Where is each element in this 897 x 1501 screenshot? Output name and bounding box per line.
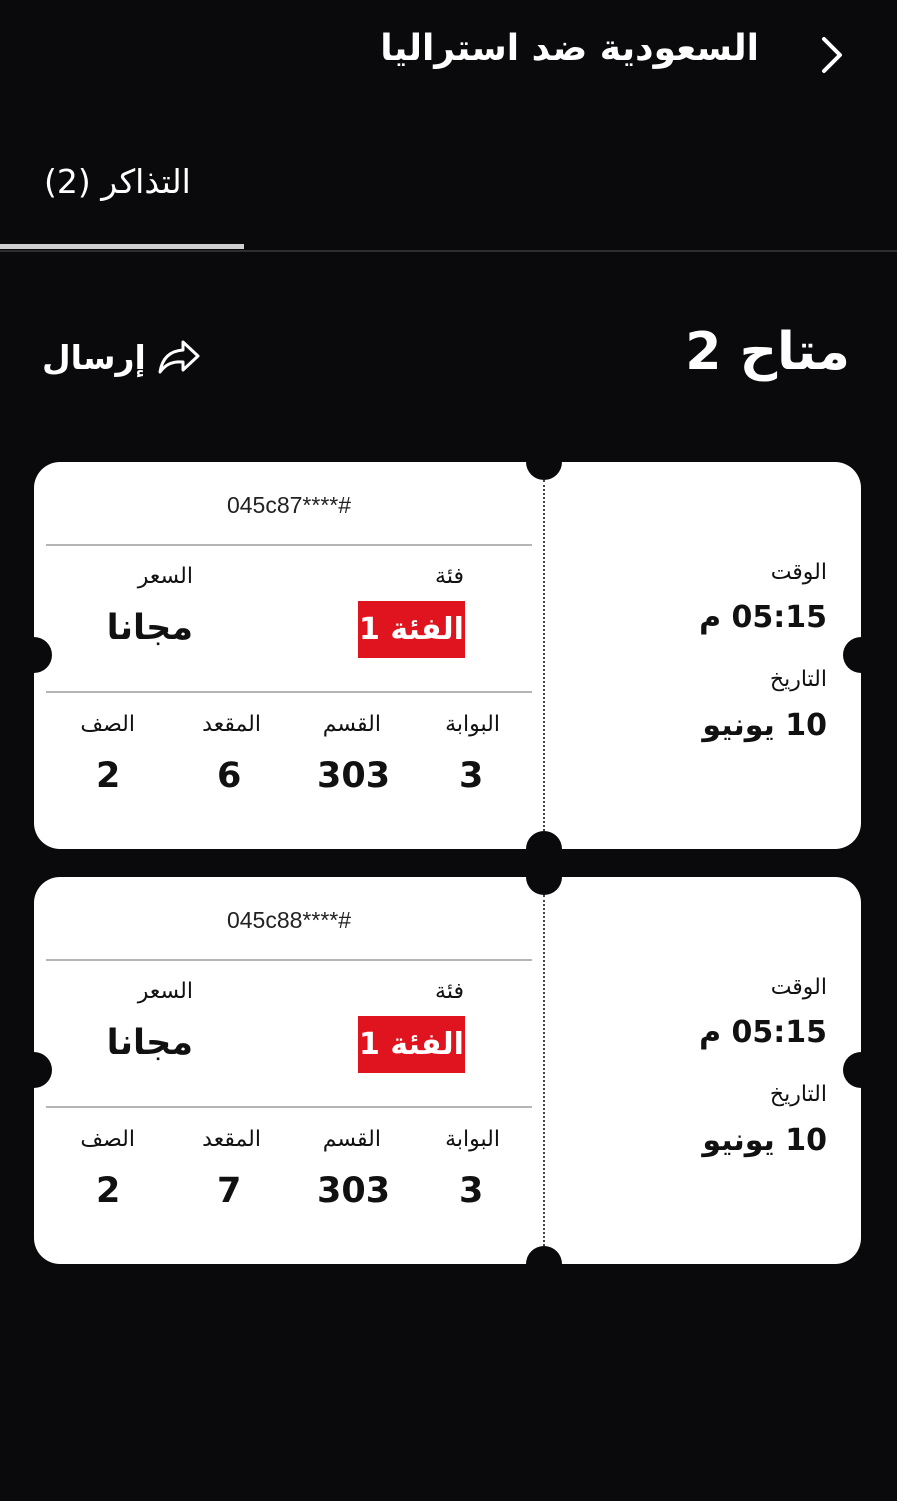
share-icon [158, 340, 200, 374]
ticket-notch [843, 1052, 879, 1088]
ticket-perforation [543, 480, 545, 831]
gate-value: 3 [459, 1171, 484, 1211]
app: السعودية ضد استراليا التذاكر (2) متاح 2 … [0, 0, 897, 1501]
row-label: الصف [80, 712, 135, 737]
ticket-notch [526, 1246, 562, 1282]
row-label: الصف [80, 1127, 135, 1152]
gate-label: البوابة [445, 712, 500, 737]
price-value: مجانا [106, 608, 193, 648]
date-value: 10 يونيو [702, 1123, 827, 1158]
price-value: مجانا [106, 1023, 193, 1063]
ticket-notch [843, 637, 879, 673]
gate-label: البوابة [445, 1127, 500, 1152]
date-label: التاريخ [769, 667, 827, 692]
page-title: السعودية ضد استراليا [380, 28, 759, 69]
chevron-right-icon[interactable] [817, 33, 847, 77]
tab-tickets-label: التذاكر (2) [44, 162, 191, 201]
ticket-notch [16, 637, 52, 673]
ticket-notch [16, 1052, 52, 1088]
category-badge: الفئة 1 [358, 601, 465, 658]
section-label: القسم [322, 712, 381, 737]
divider [46, 959, 532, 961]
send-label: إرسال [42, 337, 146, 377]
ticket-code: 045c88****# [226, 907, 352, 933]
divider [46, 544, 532, 546]
divider [46, 691, 532, 693]
tabs-divider [0, 250, 897, 252]
ticket-card[interactable]: 045c87****# فئة السعر الفئة 1 مجانا البو… [16, 444, 879, 867]
date-value: 10 يونيو [702, 708, 827, 743]
time-label: الوقت [770, 975, 827, 1000]
row-value: 2 [96, 756, 121, 796]
time-value: 05:15 م [699, 600, 827, 635]
time-label: الوقت [770, 560, 827, 585]
header: السعودية ضد استراليا [0, 0, 897, 110]
send-button[interactable]: إرسال [42, 332, 202, 382]
ticket-code: 045c87****# [226, 492, 352, 518]
section-value: 303 [317, 1171, 391, 1211]
price-label: السعر [137, 564, 193, 589]
category-badge: الفئة 1 [358, 1016, 465, 1073]
ticket-card[interactable]: 045c88****# فئة السعر الفئة 1 مجانا البو… [16, 859, 879, 1282]
gate-value: 3 [459, 756, 484, 796]
seat-value: 7 [217, 1171, 242, 1211]
seat-value: 6 [217, 756, 242, 796]
divider [46, 1106, 532, 1108]
seat-label: المقعد [202, 1127, 261, 1152]
category-label: فئة [435, 979, 464, 1004]
tab-bar: التذاكر (2) [0, 150, 897, 254]
date-label: التاريخ [769, 1082, 827, 1107]
section-label: القسم [322, 1127, 381, 1152]
section-value: 303 [317, 756, 391, 796]
row-value: 2 [96, 1171, 121, 1211]
available-count: متاح 2 [685, 322, 850, 382]
price-label: السعر [137, 979, 193, 1004]
time-value: 05:15 م [699, 1015, 827, 1050]
ticket-notch [526, 859, 562, 895]
tab-tickets[interactable]: التذاكر (2) [0, 150, 244, 250]
category-label: فئة [435, 564, 464, 589]
tab-active-indicator [0, 244, 244, 249]
seat-label: المقعد [202, 712, 261, 737]
ticket-notch [526, 444, 562, 480]
ticket-perforation [543, 895, 545, 1246]
